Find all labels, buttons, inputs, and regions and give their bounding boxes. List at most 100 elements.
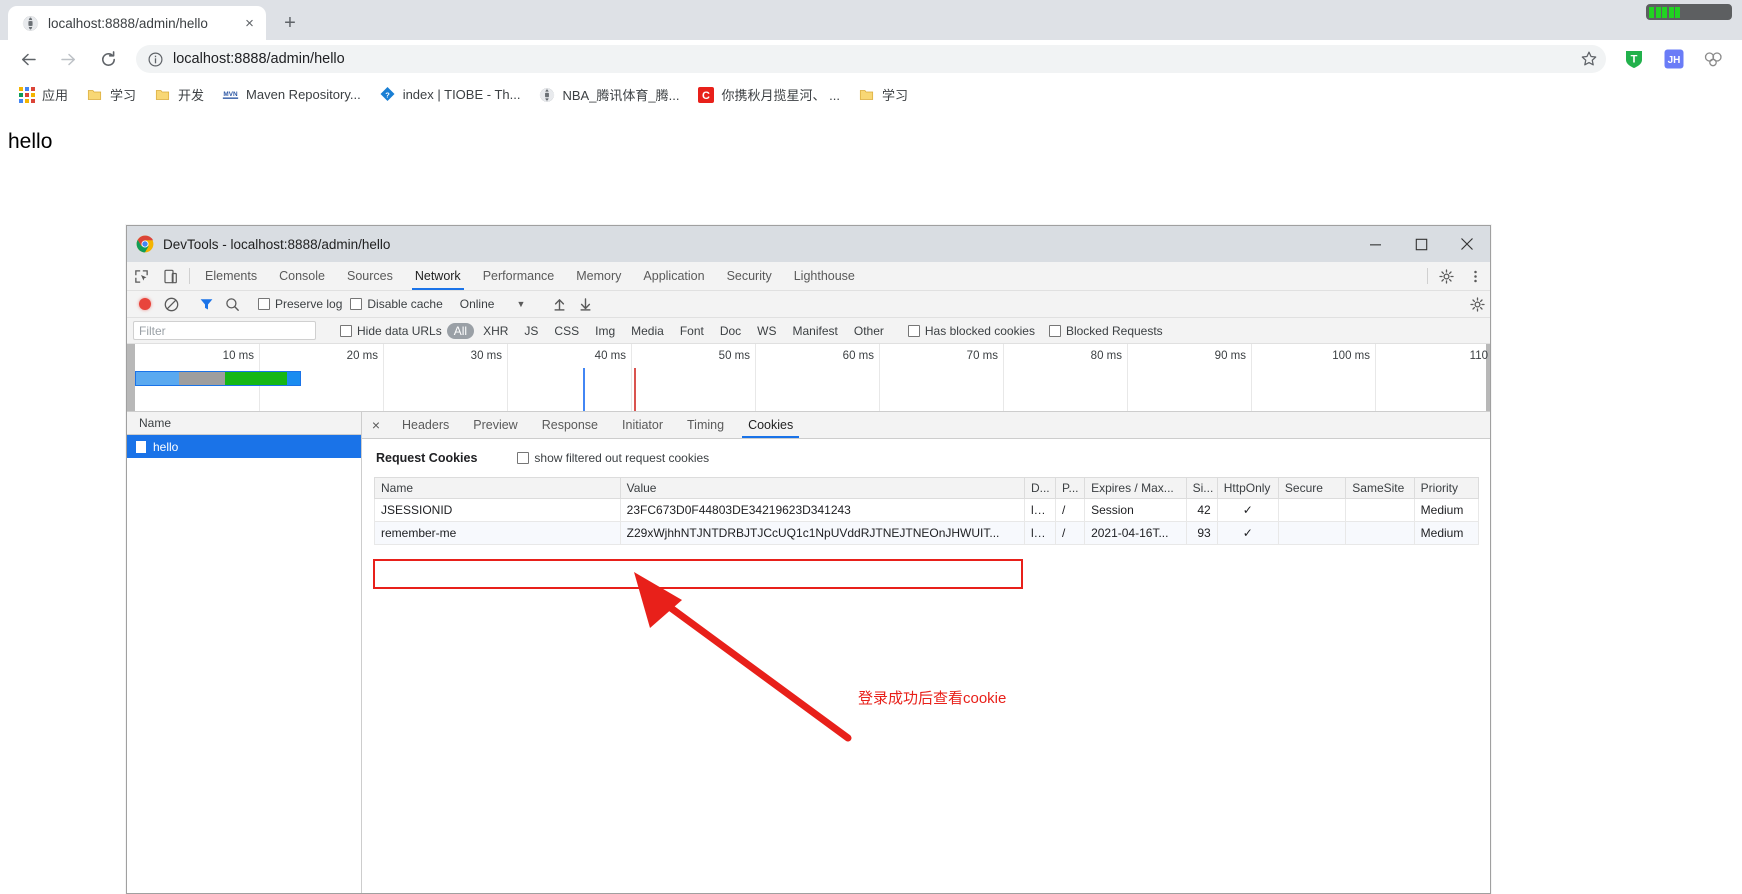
filter-input[interactable]: Filter (133, 321, 316, 340)
tab-memory[interactable]: Memory (565, 262, 632, 290)
col-header-name[interactable]: Name (374, 477, 621, 499)
new-tab-button[interactable]: + (276, 9, 304, 37)
tab-performance[interactable]: Performance (472, 262, 566, 290)
network-timeline-overview[interactable]: 10 ms 20 ms 30 ms 40 ms 50 ms 60 ms 70 m… (127, 344, 1490, 412)
overview-canvas[interactable]: 10 ms 20 ms 30 ms 40 ms 50 ms 60 ms 70 m… (135, 344, 1488, 411)
address-bar[interactable]: localhost:8888/admin/hello (136, 45, 1606, 73)
upload-har-icon[interactable] (546, 291, 572, 317)
star-icon[interactable] (1578, 48, 1600, 70)
disable-cache-checkbox[interactable]: Disable cache (350, 297, 443, 311)
overview-tick-label: 90 ms (1214, 350, 1246, 362)
overview-left-handle[interactable] (127, 344, 135, 411)
col-header-httponly[interactable]: HttpOnly (1216, 477, 1279, 499)
tab-console[interactable]: Console (268, 262, 336, 290)
throttling-dropdown[interactable]: Online ▼ (460, 297, 538, 311)
inspect-element-icon[interactable] (127, 262, 156, 290)
load-event-marker (634, 368, 636, 411)
col-header-samesite[interactable]: SameSite (1345, 477, 1415, 499)
bookmark-csdn-blog[interactable]: C 你携秋月揽星河、 ... (690, 82, 848, 108)
bookmark-maven-repository[interactable]: MVN Maven Repository... (214, 82, 369, 108)
back-arrow-icon[interactable] (13, 44, 43, 74)
table-row[interactable]: hello (127, 435, 361, 458)
bookmark-label: NBA_腾讯体育_腾... (562, 88, 680, 103)
col-header-priority[interactable]: Priority (1413, 477, 1480, 499)
tab-elements[interactable]: Elements (194, 262, 268, 290)
forward-arrow-icon[interactable] (53, 44, 83, 74)
filter-type-css[interactable]: CSS (547, 323, 586, 339)
blocked-requests-checkbox[interactable]: Blocked Requests (1048, 323, 1163, 338)
show-filtered-out-cookies-checkbox[interactable]: show filtered out request cookies (517, 451, 709, 465)
preserve-log-checkbox[interactable]: Preserve log (258, 297, 342, 311)
network-filter-bar: Filter Hide data URLs All XHR JS CSS Img… (127, 318, 1490, 344)
col-header-expires[interactable]: Expires / Max... (1084, 477, 1187, 499)
record-button-icon[interactable] (132, 291, 158, 317)
device-toolbar-icon[interactable] (156, 262, 185, 290)
bookmark-folder-dev[interactable]: 开发 (146, 82, 212, 108)
col-header-size[interactable]: Si... (1185, 477, 1218, 499)
funnel-filter-icon[interactable] (193, 291, 219, 317)
tampermonkey-extension-icon[interactable]: T (1621, 46, 1647, 72)
tab-preview[interactable]: Preview (461, 412, 529, 438)
overview-tick-label: 80 ms (1090, 350, 1122, 362)
bookmark-label: 开发 (178, 88, 205, 103)
hide-data-urls-label: Hide data URLs (357, 323, 442, 338)
blocked-requests-label: Blocked Requests (1065, 323, 1163, 338)
tab-response[interactable]: Response (530, 412, 610, 438)
document-icon (136, 440, 146, 453)
more-vertical-icon[interactable] (1461, 262, 1490, 290)
tab-headers[interactable]: Headers (390, 412, 461, 438)
filter-type-all[interactable]: All (446, 322, 475, 339)
browser-tab-active[interactable]: localhost:8888/admin/hello × (8, 6, 266, 40)
filter-type-xhr[interactable]: XHR (476, 323, 515, 339)
bookmark-apps[interactable]: 应用 (10, 82, 76, 108)
info-circle-icon[interactable] (146, 50, 164, 68)
table-row[interactable]: JSESSIONID 23FC673D0F44803DE34219623D341… (374, 498, 1480, 522)
close-icon[interactable]: × (241, 15, 258, 32)
bookmarks-bar: 应用 学习 开发 MVN Maven Repository... ? index… (0, 78, 1742, 112)
tab-security[interactable]: Security (716, 262, 783, 290)
tab-sources[interactable]: Sources (336, 262, 404, 290)
close-icon[interactable] (1444, 226, 1490, 262)
download-har-icon[interactable] (572, 291, 598, 317)
cookie-priority: Medium (1413, 521, 1480, 545)
bookmark-nba-tencent-sports[interactable]: NBA_腾讯体育_腾... (530, 82, 687, 108)
col-header-path[interactable]: P... (1055, 477, 1086, 499)
filter-type-manifest[interactable]: Manifest (786, 323, 845, 339)
filter-type-doc[interactable]: Doc (713, 323, 748, 339)
clear-no-entry-icon[interactable] (158, 291, 184, 317)
bookmark-folder-study-2[interactable]: 学习 (850, 82, 916, 108)
jh-extension-icon[interactable]: JH (1661, 46, 1687, 72)
folder-icon (154, 86, 171, 103)
search-magnifier-icon[interactable] (219, 291, 245, 317)
bookmark-tiobe-index[interactable]: ? index | TIOBE - Th... (371, 82, 529, 108)
request-list: Name hello (127, 412, 362, 893)
preserve-log-label: Preserve log (275, 297, 343, 311)
col-header-value[interactable]: Value (619, 477, 1025, 499)
network-settings-gear-icon[interactable] (1464, 291, 1490, 317)
filter-type-js[interactable]: JS (517, 323, 545, 339)
tab-application[interactable]: Application (632, 262, 715, 290)
filter-type-img[interactable]: Img (588, 323, 622, 339)
filter-type-other[interactable]: Other (847, 323, 891, 339)
has-blocked-cookies-checkbox[interactable]: Has blocked cookies (907, 324, 1035, 338)
filter-type-ws[interactable]: WS (750, 323, 783, 339)
tab-network[interactable]: Network (404, 262, 472, 290)
col-header-domain[interactable]: D... (1023, 477, 1057, 499)
close-icon[interactable]: × (362, 412, 390, 438)
filter-type-media[interactable]: Media (624, 323, 671, 339)
bookmark-folder-study-1[interactable]: 学习 (78, 82, 144, 108)
puzzle-extension-icon[interactable] (1701, 46, 1727, 72)
hide-data-urls-checkbox[interactable]: Hide data URLs (340, 324, 442, 338)
col-header-secure[interactable]: Secure (1277, 477, 1347, 499)
tab-initiator[interactable]: Initiator (610, 412, 675, 438)
minimize-icon[interactable] (1352, 226, 1398, 262)
tab-lighthouse[interactable]: Lighthouse (783, 262, 866, 290)
tab-cookies[interactable]: Cookies (736, 412, 805, 438)
table-row[interactable]: remember-me Z29xWjhhNTJNTDRBJTJCcUQ1c1Np… (374, 521, 1480, 545)
reload-icon[interactable] (93, 44, 123, 74)
filter-type-font[interactable]: Font (673, 323, 711, 339)
settings-gear-icon[interactable] (1432, 262, 1461, 290)
tab-timing[interactable]: Timing (675, 412, 736, 438)
maximize-icon[interactable] (1398, 226, 1444, 262)
request-list-header[interactable]: Name (127, 412, 361, 435)
